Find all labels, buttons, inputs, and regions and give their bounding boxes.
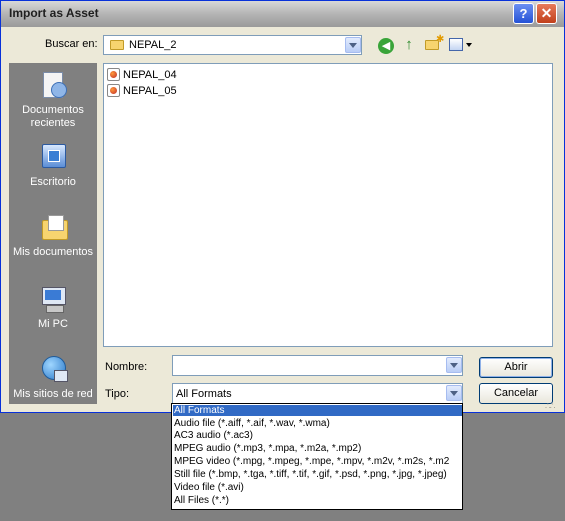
file-name: NEPAL_05 (123, 85, 177, 97)
recent-documents-icon (38, 70, 68, 100)
place-recent-documents[interactable]: Documentos recientes (10, 70, 96, 130)
media-file-icon (107, 84, 120, 97)
option-item[interactable]: All Formats (173, 405, 462, 416)
chevron-down-icon[interactable] (345, 37, 361, 53)
media-file-icon (107, 68, 120, 81)
place-label: Mis sitios de red (13, 388, 93, 400)
option-item[interactable]: All Files (*.*) (174, 495, 462, 506)
place-network[interactable]: Mis sitios de red (10, 354, 96, 401)
place-my-computer[interactable]: Mi PC (10, 284, 96, 331)
place-label: Escritorio (30, 176, 76, 188)
chevron-down-icon[interactable] (446, 357, 462, 373)
filename-input[interactable] (172, 355, 463, 376)
option-item[interactable]: MPEG video (*.mpg, *.mpeg, *.mpe, *.mpv,… (174, 456, 462, 467)
option-item[interactable]: Video file (*.avi) (174, 482, 462, 493)
my-documents-icon (38, 212, 68, 242)
network-places-icon (38, 354, 68, 384)
place-label: Mi PC (38, 318, 68, 330)
filetype-value: All Formats (176, 388, 232, 400)
desktop-icon (38, 142, 68, 172)
place-desktop[interactable]: Escritorio (10, 142, 96, 189)
back-icon[interactable]: ◀ (378, 38, 394, 54)
close-button[interactable]: ✕ (536, 3, 557, 24)
lookin-label: Buscar en: (45, 38, 98, 50)
folder-icon (110, 40, 124, 50)
file-name: NEPAL_04 (123, 69, 177, 81)
dialog-title: Import as Asset (9, 6, 99, 20)
lookin-dropdown[interactable]: NEPAL_2 (103, 35, 362, 55)
place-my-documents[interactable]: Mis documentos (10, 212, 96, 259)
option-item[interactable]: Still file (*.bmp, *.tga, *.tiff, *.tif,… (174, 469, 462, 480)
resize-grip-icon[interactable]: ∴∴ (545, 401, 559, 411)
name-label: Nombre: (105, 361, 148, 373)
option-item[interactable]: Audio file (*.aiff, *.aif, *.wav, *.wma) (174, 418, 462, 429)
views-menu-icon[interactable] (449, 38, 463, 51)
chevron-down-icon[interactable] (446, 385, 462, 401)
cancel-button[interactable]: Cancelar (479, 383, 553, 404)
my-computer-icon (38, 284, 68, 314)
title-bar[interactable]: Import as Asset ? ✕ (1, 1, 564, 27)
place-label: Documentos recientes (22, 104, 84, 129)
import-dialog: Import as Asset ? ✕ Buscar en: NEPAL_2 ◀… (0, 0, 565, 413)
new-folder-star-icon: ✱ (436, 34, 445, 45)
help-button[interactable]: ? (513, 3, 534, 24)
filetype-dropdown[interactable]: All Formats (172, 383, 463, 404)
views-arrow-icon[interactable] (466, 43, 472, 47)
place-label: Mis documentos (12, 246, 94, 258)
filetype-options-list[interactable]: All Formats Audio file (*.aiff, *.aif, *… (171, 403, 463, 510)
option-item[interactable]: MPEG audio (*.mp3, *.mpa, *.m2a, *.mp2) (174, 443, 462, 454)
option-item[interactable]: AC3 audio (*.ac3) (174, 430, 462, 441)
places-bar: Documentos recientes Escritorio Mis docu… (9, 63, 97, 404)
type-label: Tipo: (105, 388, 130, 400)
file-list[interactable]: NEPAL_04 NEPAL_05 (103, 63, 553, 347)
open-button[interactable]: Abrir (479, 357, 553, 378)
lookin-value: NEPAL_2 (129, 39, 177, 51)
up-folder-icon[interactable]: ↑ (401, 36, 417, 54)
